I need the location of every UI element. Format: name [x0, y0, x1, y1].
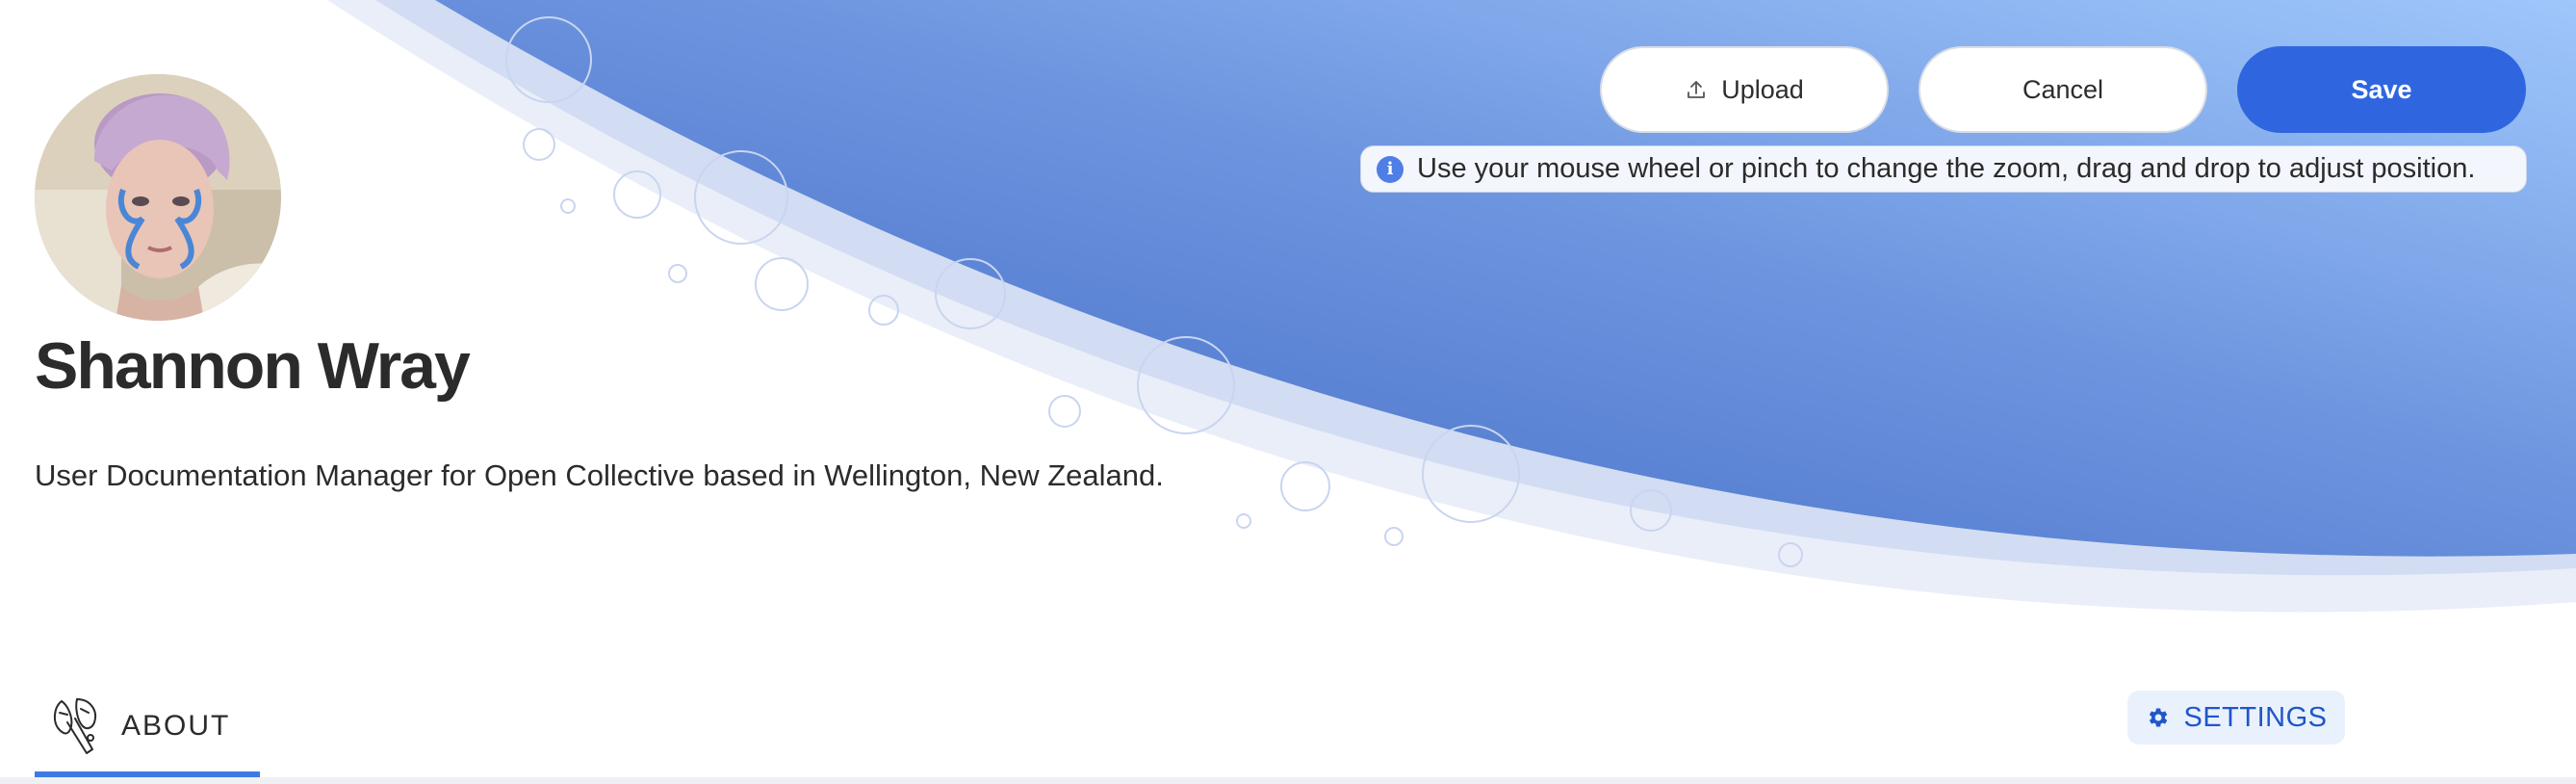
tabs-divider	[0, 777, 2576, 784]
avatar[interactable]	[35, 74, 281, 321]
save-button[interactable]: Save	[2237, 46, 2526, 133]
upload-icon	[1687, 81, 1706, 98]
upload-button[interactable]: Upload	[1600, 46, 1889, 133]
cancel-button[interactable]: Cancel	[1919, 46, 2207, 133]
cover-position-hint-text: Use your mouse wheel or pinch to change …	[1417, 153, 2476, 184]
tab-about-label: ABOUT	[121, 710, 231, 742]
avatar-photo	[35, 74, 281, 321]
cancel-button-label: Cancel	[2022, 74, 2104, 104]
settings-button[interactable]: SETTINGS	[2127, 691, 2345, 745]
tab-about[interactable]: ABOUT	[35, 674, 260, 778]
cover-position-hint: i Use your mouse wheel or pinch to chang…	[1360, 145, 2527, 193]
upload-button-label: Upload	[1721, 74, 1804, 104]
info-icon: i	[1377, 155, 1404, 183]
about-illustration-icon	[54, 698, 96, 754]
save-button-label: Save	[2351, 74, 2412, 104]
collective-profile-page: Shannon Wray User Documentation Manager …	[0, 0, 2576, 784]
profile-name: Shannon Wray	[35, 329, 471, 403]
gear-icon	[2150, 708, 2168, 727]
settings-button-label: SETTINGS	[2183, 701, 2328, 733]
profile-bio: User Documentation Manager for Open Coll…	[35, 458, 1164, 492]
